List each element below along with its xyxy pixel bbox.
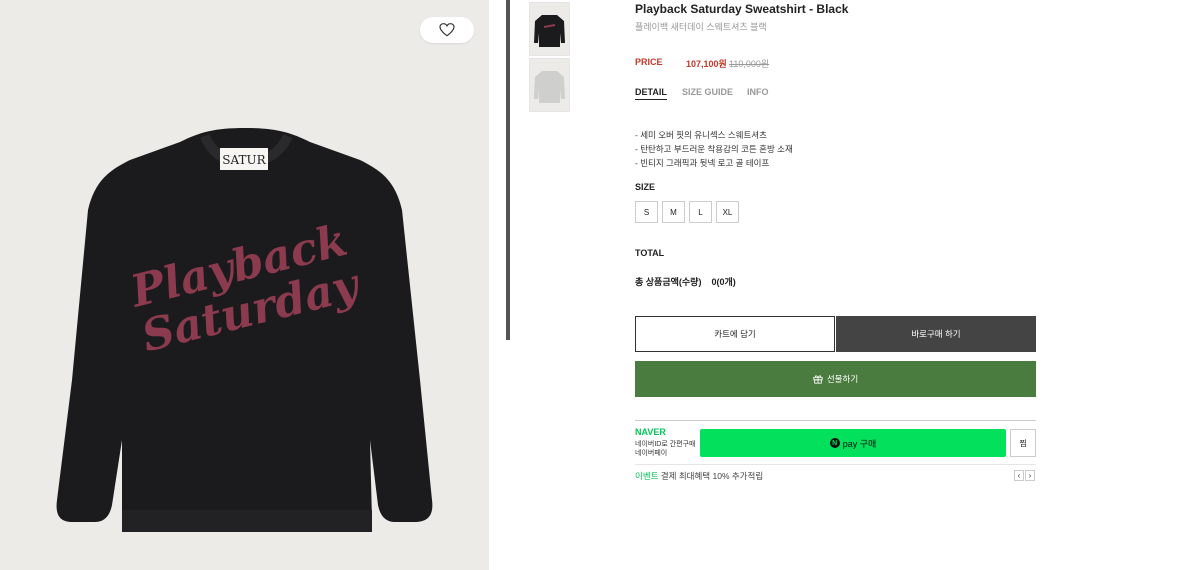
total-count: 0(0개) bbox=[711, 277, 736, 287]
price-label: PRICE bbox=[635, 57, 663, 67]
naver-pay-label: pay 구매 bbox=[842, 438, 877, 449]
size-option-xl[interactable]: XL bbox=[716, 201, 739, 223]
naver-logo: NAVER bbox=[635, 427, 666, 437]
description-line: - 탄탄하고 부드러운 착용감의 코튼 혼방 소재 bbox=[635, 144, 793, 154]
divider bbox=[635, 420, 1036, 421]
event-prev-button[interactable]: ‹ bbox=[1014, 470, 1024, 481]
gift-button[interactable]: 선물하기 bbox=[635, 361, 1036, 397]
neck-label-text: SATUR bbox=[222, 153, 266, 167]
product-main-image: SATUR Playback Saturday bbox=[0, 0, 489, 570]
naver-pay-icon: N bbox=[829, 438, 840, 448]
naver-event-banner: 이벤트 결제 최대혜택 10% 추가적립 bbox=[635, 470, 763, 482]
wishlist-button[interactable]: 찜 bbox=[1010, 429, 1036, 457]
add-to-cart-button[interactable]: 카트에 담기 bbox=[635, 316, 835, 352]
description-line: - 빈티지 그래픽과 뒷넥 로고 골 테이프 bbox=[635, 158, 770, 168]
image-scrollbar[interactable] bbox=[506, 0, 510, 340]
size-label: SIZE bbox=[635, 182, 656, 192]
total-label: TOTAL bbox=[635, 248, 665, 258]
thumbnail-black-image bbox=[530, 3, 569, 55]
event-text: 결제 최대혜택 10% 추가적립 bbox=[660, 471, 764, 481]
total-amount: 총 상품금액(수량) 0(0개) bbox=[635, 275, 736, 288]
product-title: Playback Saturday Sweatshirt - Black bbox=[635, 2, 849, 16]
thumbnail-grey-image bbox=[530, 59, 569, 111]
sweatshirt-illustration: SATUR Playback Saturday bbox=[0, 0, 489, 570]
divider bbox=[635, 464, 1036, 465]
heart-icon bbox=[439, 23, 455, 37]
total-amount-label: 총 상품금액(수량) bbox=[635, 277, 702, 287]
event-tag: 이벤트 bbox=[635, 471, 659, 481]
product-description: - 세미 오버 핏의 유니섹스 스웨트셔츠 - 탄탄하고 부드러운 착용감의 코… bbox=[635, 128, 793, 170]
naver-subtext-line: 네이버ID로 간편구매 bbox=[635, 441, 696, 448]
gift-button-label: 선물하기 bbox=[826, 374, 859, 384]
buy-now-button[interactable]: 바로구매 하기 bbox=[836, 316, 1036, 352]
naver-subtext-line: 네이버페이 bbox=[635, 450, 668, 457]
naver-pay-button[interactable]: N pay 구매 bbox=[700, 429, 1006, 457]
size-option-m[interactable]: M bbox=[662, 201, 685, 223]
thumbnail-black[interactable] bbox=[529, 2, 570, 56]
event-next-button[interactable]: › bbox=[1025, 470, 1035, 481]
favorite-button[interactable] bbox=[420, 17, 474, 43]
size-option-s[interactable]: S bbox=[635, 201, 658, 223]
product-subtitle: 플레이백 새터데이 스웨트셔츠 블랙 bbox=[635, 22, 767, 32]
tab-info[interactable]: INFO bbox=[747, 87, 769, 97]
naver-subtext: 네이버ID로 간편구매 네이버페이 bbox=[635, 440, 695, 458]
thumbnail-grey[interactable] bbox=[529, 58, 570, 112]
tab-size-guide[interactable]: SIZE GUIDE bbox=[682, 87, 733, 97]
original-price: 110,000원 bbox=[729, 59, 770, 69]
hem-rib bbox=[122, 510, 372, 532]
gift-icon bbox=[813, 375, 823, 384]
size-option-l[interactable]: L bbox=[689, 201, 712, 223]
tab-detail[interactable]: DETAIL bbox=[635, 87, 667, 100]
sale-price: 107,100원 bbox=[686, 59, 727, 69]
description-line: - 세미 오버 핏의 유니섹스 스웨트셔츠 bbox=[635, 130, 767, 140]
